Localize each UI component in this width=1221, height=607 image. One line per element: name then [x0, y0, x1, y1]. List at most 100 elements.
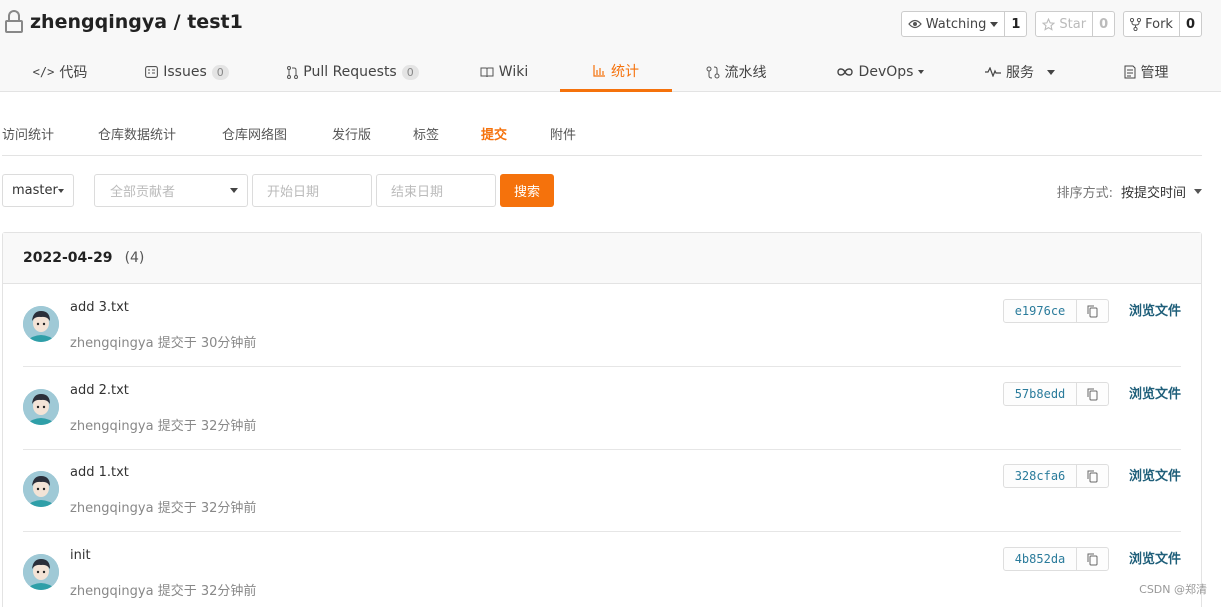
repo-name[interactable]: test1	[187, 11, 243, 33]
star-button[interactable]: Star 0	[1035, 11, 1116, 37]
chevron-down-icon	[990, 21, 999, 27]
commit-meta: zhengqingya 提交于 32分钟前	[70, 501, 257, 516]
browse-files-link[interactable]: 浏览文件	[1129, 548, 1181, 567]
branch-select[interactable]: master	[2, 174, 74, 207]
sha-link[interactable]: e1976ce	[1004, 300, 1077, 322]
tab-code[interactable]: </> 代码	[20, 52, 100, 92]
watch-label: Watching	[925, 16, 987, 32]
pipeline-icon	[706, 66, 719, 78]
commit-row: add 1.txt zhengqingya 提交于 32分钟前 328cfa6 …	[23, 449, 1181, 532]
sort-control[interactable]: 排序方式: 按提交时间	[1057, 182, 1202, 201]
subtab-visits[interactable]: 访问统计	[2, 118, 54, 154]
copy-icon[interactable]	[1077, 548, 1108, 570]
tab-label: 管理	[1140, 65, 1169, 81]
issues-icon	[145, 66, 159, 78]
contributors-select[interactable]: 全部贡献者	[94, 174, 248, 207]
tab-label: DevOps	[858, 64, 914, 80]
sort-value: 按提交时间	[1120, 186, 1186, 201]
commit-meta: zhengqingya 提交于 30分钟前	[70, 336, 257, 351]
chevron-down-icon	[1047, 69, 1055, 75]
pulse-icon	[985, 67, 1001, 77]
subtab-repo-data[interactable]: 仓库数据统计	[98, 118, 176, 154]
tab-manage[interactable]: 管理	[1100, 52, 1192, 92]
star-icon	[1042, 17, 1056, 31]
repo-title: zhengqingya / test1	[4, 10, 243, 34]
repo-separator: /	[167, 11, 188, 33]
commit-message[interactable]: add 2.txt	[70, 383, 129, 398]
contributors-placeholder: 全部贡献者	[110, 185, 176, 200]
search-button[interactable]: 搜索	[500, 174, 554, 207]
start-date-input[interactable]: 开始日期	[252, 174, 372, 207]
fork-count[interactable]: 0	[1180, 12, 1201, 36]
commit-message[interactable]: add 3.txt	[70, 300, 129, 315]
copy-icon[interactable]	[1077, 300, 1108, 322]
avatar[interactable]	[23, 471, 59, 507]
book-icon	[480, 67, 494, 77]
repo-owner[interactable]: zhengqingya	[30, 11, 167, 33]
tab-devops[interactable]: DevOps	[820, 52, 940, 92]
subtab-commits[interactable]: 提交	[481, 118, 507, 154]
avatar[interactable]	[23, 389, 59, 425]
tab-label: 统计	[611, 63, 639, 80]
issues-count-badge: 0	[211, 64, 229, 80]
avatar[interactable]	[23, 306, 59, 342]
watermark: CSDN @郑清	[1139, 583, 1207, 596]
tab-statistics[interactable]: 统计	[560, 52, 672, 92]
browse-files-link[interactable]: 浏览文件	[1129, 465, 1181, 484]
browse-files-link[interactable]: 浏览文件	[1129, 300, 1181, 319]
tab-services[interactable]: 服务	[970, 52, 1070, 92]
commit-message[interactable]: init	[70, 548, 91, 563]
bar-chart-icon	[593, 64, 605, 77]
sort-label: 排序方式:	[1056, 186, 1113, 201]
commit-sha: 4b852da	[1003, 547, 1109, 571]
tab-label: Pull Requests	[303, 64, 397, 80]
chevron-down-icon	[1194, 189, 1202, 194]
commit-row: add 3.txt zhengqingya 提交于 30分钟前 e1976ce …	[23, 284, 1181, 367]
tab-pipeline[interactable]: 流水线	[690, 52, 782, 92]
watch-count[interactable]: 1	[1005, 12, 1026, 36]
browse-files-link[interactable]: 浏览文件	[1129, 383, 1181, 402]
fork-button[interactable]: Fork 0	[1123, 11, 1202, 37]
commit-message[interactable]: add 1.txt	[70, 465, 129, 480]
branch-value: master	[12, 183, 58, 198]
subtab-network[interactable]: 仓库网络图	[222, 118, 287, 154]
tab-label: 服务	[1006, 65, 1034, 81]
chevron-down-icon	[918, 70, 925, 74]
chevron-down-icon	[58, 188, 64, 193]
sha-link[interactable]: 4b852da	[1004, 548, 1077, 570]
subtab-releases[interactable]: 发行版	[332, 118, 371, 154]
commit-sha: 328cfa6	[1003, 464, 1109, 488]
tab-issues[interactable]: Issues 0	[135, 52, 239, 92]
pull-request-icon	[287, 65, 299, 79]
sha-link[interactable]: 328cfa6	[1004, 465, 1077, 487]
copy-icon[interactable]	[1077, 383, 1108, 405]
subtab-tags[interactable]: 标签	[413, 118, 439, 154]
stats-subtabs: 访问统计 仓库数据统计 仓库网络图 发行版 标签 提交 附件	[2, 118, 1202, 156]
eye-icon	[907, 19, 922, 29]
start-date-placeholder: 开始日期	[267, 185, 320, 200]
tab-pull-requests[interactable]: Pull Requests 0	[278, 52, 428, 92]
tab-label: Wiki	[498, 64, 529, 80]
repo-nav: </> 代码 Issues 0 Pull Requests 0 Wiki 统计 …	[0, 52, 1221, 92]
commit-date: 2022-04-29	[23, 250, 113, 266]
fork-label: Fork	[1145, 16, 1173, 32]
star-count[interactable]: 0	[1093, 12, 1114, 36]
chevron-down-icon	[230, 188, 238, 193]
tab-label: 代码	[59, 65, 88, 81]
end-date-input[interactable]: 结束日期	[376, 174, 496, 207]
tab-label: Issues	[163, 64, 207, 80]
repo-header: zhengqingya / test1 Watching 1 Star 0 Fo…	[0, 0, 1221, 92]
commit-meta: zhengqingya 提交于 32分钟前	[70, 419, 257, 434]
subtab-attachments[interactable]: 附件	[550, 118, 576, 154]
commit-count: (4)	[124, 250, 145, 266]
settings-doc-icon	[1124, 65, 1135, 79]
avatar[interactable]	[23, 554, 59, 590]
commit-row: init zhengqingya 提交于 32分钟前 4b852da 浏览文件	[23, 532, 1181, 607]
end-date-placeholder: 结束日期	[391, 185, 444, 200]
sha-link[interactable]: 57b8edd	[1004, 383, 1077, 405]
tab-wiki[interactable]: Wiki	[468, 52, 540, 92]
watch-button[interactable]: Watching 1	[900, 11, 1028, 37]
copy-icon[interactable]	[1077, 465, 1108, 487]
code-icon: </>	[32, 65, 55, 79]
commit-row: add 2.txt zhengqingya 提交于 32分钟前 57b8edd …	[23, 367, 1181, 450]
